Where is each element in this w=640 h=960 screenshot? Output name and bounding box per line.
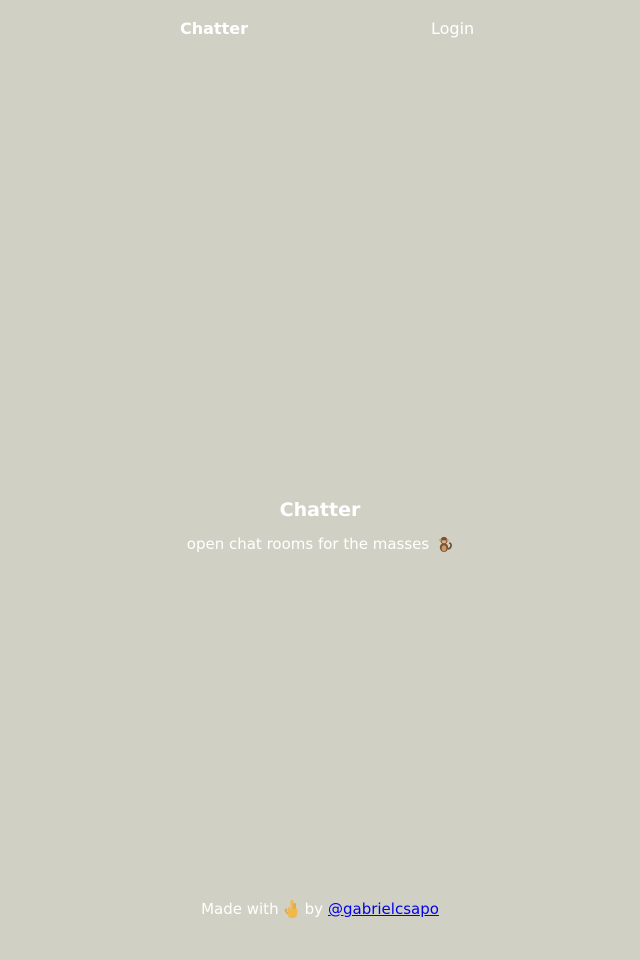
nav-login-link[interactable]: Login: [431, 19, 474, 39]
hero-tagline: open chat rooms for the masses: [187, 534, 453, 554]
footer-made-with-text: Made with: [201, 900, 279, 918]
hero: Chatter open chat rooms for the masses: [0, 497, 640, 554]
footer-credit: Made with by @gabrielcsapo: [201, 898, 439, 920]
hand-icon: [284, 899, 300, 919]
hero-title: Chatter: [279, 499, 361, 521]
author-link[interactable]: @gabrielcsapo: [328, 898, 439, 920]
hero-tagline-text: open chat rooms for the masses: [186, 535, 430, 553]
footer-by-text: by: [304, 900, 323, 918]
footer: Made with by @gabrielcsapo: [0, 898, 640, 920]
page: Chatter Login Chatter open chat rooms fo…: [0, 0, 640, 960]
nav-brand-link[interactable]: Chatter: [180, 19, 248, 39]
monkey-icon: [435, 535, 453, 553]
top-nav: Chatter Login: [0, 0, 640, 58]
